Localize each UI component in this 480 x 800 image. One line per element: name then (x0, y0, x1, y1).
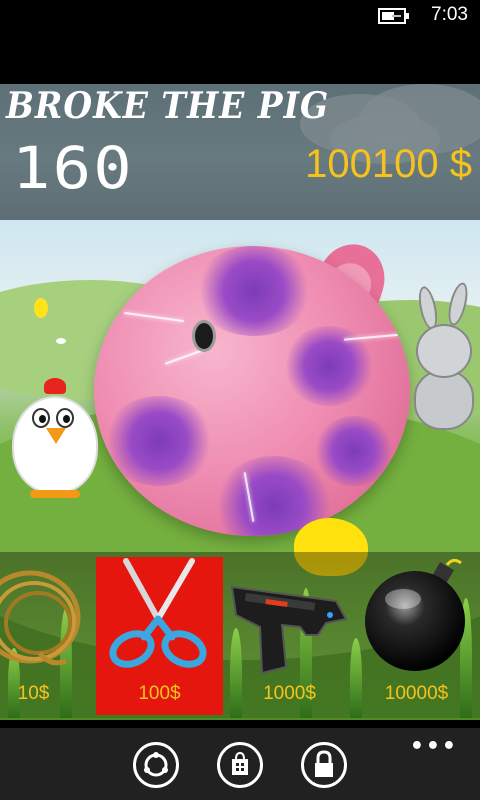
lock-button[interactable] (301, 742, 347, 788)
clock: 7:03 (431, 4, 468, 25)
sync-button[interactable] (133, 742, 179, 788)
scissors-icon (109, 558, 207, 668)
piggy-bank-target[interactable] (94, 246, 410, 536)
chicken-eye-right (56, 408, 74, 428)
chicken-beak (46, 428, 66, 444)
store-button[interactable] (217, 742, 263, 788)
game-header: BROKE THE PIG 160 100100 $ (0, 84, 480, 220)
price-label: 100$ (138, 683, 181, 704)
price-label: 10000$ (384, 683, 449, 704)
shop-item-pistol[interactable]: 1000$ (226, 557, 353, 715)
status-bar: 7:03 (0, 0, 480, 32)
money-balance: 100100 $ (305, 142, 472, 186)
chicken-feet (30, 490, 80, 498)
game-title: BROKE THE PIG (6, 84, 330, 127)
weapon-shop: 10$ 100$ 1000$ 10000$ (0, 552, 480, 718)
small-chick (34, 298, 48, 318)
shop-item-scissors[interactable]: 100$ (96, 557, 223, 715)
shop-item-rope[interactable]: 10$ (0, 557, 97, 715)
store-icon (232, 751, 248, 775)
chicken-comb (44, 378, 66, 394)
rope-icon (0, 570, 81, 666)
pig-coin-slot (192, 320, 216, 352)
application-bar: ••• (0, 728, 480, 800)
pistol-icon (230, 585, 348, 675)
daisy-flower (56, 338, 66, 344)
price-label: 1000$ (263, 683, 316, 704)
bomb-icon (365, 558, 465, 671)
chicken (12, 396, 98, 494)
battery-charging-icon (378, 8, 409, 24)
sync-icon (144, 752, 168, 777)
price-label: 10$ (17, 683, 50, 704)
lock-icon (315, 750, 333, 777)
bunny-body (414, 370, 474, 430)
more-options-button[interactable]: ••• (410, 734, 458, 759)
score-counter: 160 (12, 134, 134, 202)
shop-item-bomb[interactable]: 10000$ (353, 557, 480, 715)
chicken-eye-left (32, 408, 50, 428)
bunny (416, 324, 472, 378)
